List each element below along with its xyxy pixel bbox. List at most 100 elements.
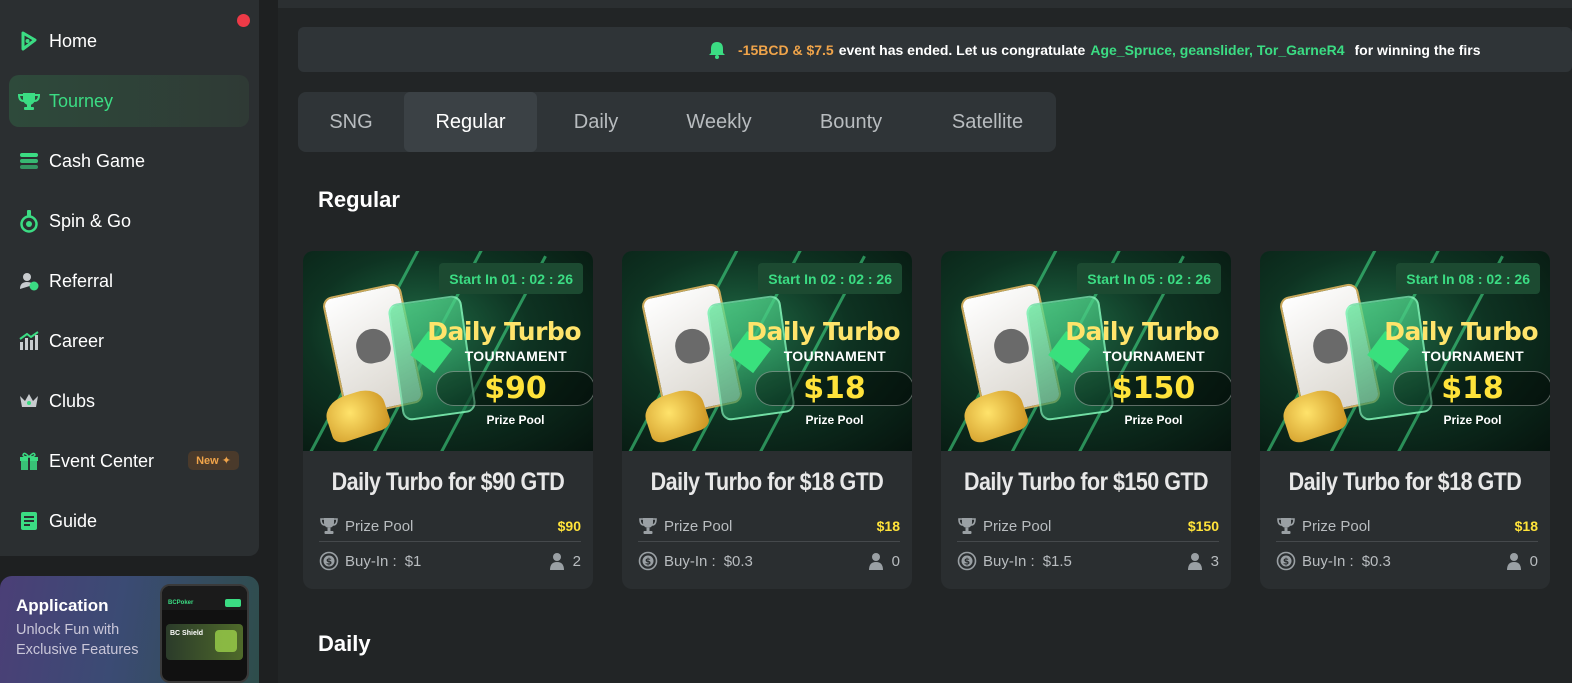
phone-preview-image: BCPoker BC Shield: [160, 584, 249, 683]
tournament-tabs: SNG Regular Daily Weekly Bounty Satellit…: [298, 92, 1056, 152]
tournament-name: Daily Turbo for $90 GTD: [331, 468, 565, 496]
buy-in-value: $0.3: [1361, 552, 1391, 570]
coin-icon: $: [1276, 551, 1296, 571]
banner-prize-pool-label: Prize Pool: [1124, 413, 1183, 427]
tab-daily[interactable]: Daily: [537, 92, 655, 152]
banner-prize-pool: $90: [436, 371, 593, 406]
tournament-card[interactable]: Start In 08 : 02 : 26 Daily Turbo TOURNA…: [1260, 251, 1550, 589]
player-count: 2: [572, 552, 581, 570]
player-count: 3: [1210, 552, 1219, 570]
section-title-regular: Regular: [318, 187, 400, 212]
divider: [319, 541, 581, 542]
tab-regular[interactable]: Regular: [404, 92, 537, 152]
prize-pool-label: Prize Pool: [345, 517, 414, 535]
tab-satellite[interactable]: Satellite: [919, 92, 1056, 152]
app-promo-title: Application: [16, 596, 109, 615]
trophy-icon: [639, 518, 657, 534]
buy-in-row: $ Buy-In : $1 2: [319, 549, 581, 573]
new-badge: New ✦: [188, 451, 239, 470]
sidebar-item-career[interactable]: Career: [9, 315, 249, 367]
tournament-card[interactable]: Start In 05 : 02 : 26 Daily Turbo TOURNA…: [941, 251, 1231, 589]
home-icon: [18, 30, 40, 52]
tournament-name: Daily Turbo for $18 GTD: [1288, 468, 1522, 496]
section-title-daily: Daily: [318, 631, 371, 656]
sidebar-item-guide[interactable]: Guide: [9, 495, 249, 547]
sidebar-item-tourney[interactable]: Tourney: [9, 75, 249, 127]
trophy-icon: [320, 518, 338, 534]
gift-icon: [18, 450, 40, 472]
player-icon: [1187, 553, 1202, 570]
banner-title: Daily Turbo: [1384, 317, 1538, 346]
banner-prize-pool-label: Prize Pool: [486, 413, 545, 427]
spin-icon: [18, 210, 40, 233]
buy-in-row: $ Buy-In : $0.3 0: [1276, 549, 1538, 573]
tournament-name: Daily Turbo for $18 GTD: [650, 468, 884, 496]
banner-prize-pool: $150: [1074, 371, 1231, 406]
announcement-winners: Age_Spruce, geanslider, Tor_GarneR4: [1090, 41, 1345, 58]
player-icon: [1506, 553, 1521, 570]
tournament-card[interactable]: Start In 01 : 02 : 26 Daily Turbo TOURNA…: [303, 251, 593, 589]
announcement-banner: -15BCD & $7.5 event has ended. Let us co…: [298, 27, 1572, 72]
banner-title: Daily Turbo: [1065, 317, 1219, 346]
guide-icon: [18, 510, 40, 532]
banner-prize-pool: $18: [755, 371, 912, 406]
banner-subtitle: TOURNAMENT: [1102, 348, 1205, 364]
tab-bounty[interactable]: Bounty: [783, 92, 919, 152]
sidebar-item-label: Clubs: [49, 390, 96, 411]
coin-icon: $: [319, 551, 339, 571]
divider: [1276, 541, 1538, 542]
start-countdown: Start In 02 : 02 : 26: [758, 263, 902, 294]
buy-in-label: Buy-In :: [664, 552, 716, 570]
prize-pool-value: $150: [1187, 518, 1219, 534]
card-banner-image: Start In 01 : 02 : 26 Daily Turbo TOURNA…: [303, 251, 593, 451]
career-icon: [18, 330, 40, 352]
svg-text:$: $: [1283, 558, 1289, 568]
sidebar-item-home[interactable]: Home: [9, 15, 249, 67]
sidebar-item-clubs[interactable]: Clubs: [9, 375, 249, 427]
start-countdown: Start In 01 : 02 : 26: [439, 263, 583, 294]
announcement-text: event has ended. Let us congratulate: [838, 41, 1086, 58]
tab-sng[interactable]: SNG: [298, 92, 404, 152]
buy-in-label: Buy-In :: [345, 552, 397, 570]
start-countdown: Start In 08 : 02 : 26: [1396, 263, 1540, 294]
tournament-card[interactable]: Start In 02 : 02 : 26 Daily Turbo TOURNA…: [622, 251, 912, 589]
trophy-icon: [18, 90, 40, 112]
top-bar: [278, 0, 1572, 8]
sidebar: Home Tourney Cash Game Spin & Go Referra…: [0, 0, 259, 556]
divider: [638, 541, 900, 542]
chips-icon: [18, 150, 40, 172]
svg-text:$: $: [964, 558, 970, 568]
buy-in-label: Buy-In :: [1302, 552, 1354, 570]
banner-subtitle: TOURNAMENT: [1421, 348, 1524, 364]
sidebar-item-referral[interactable]: Referral: [9, 255, 249, 307]
banner-subtitle: TOURNAMENT: [464, 348, 567, 364]
banner-title: Daily Turbo: [746, 317, 900, 346]
sidebar-item-label: Event Center: [49, 450, 155, 471]
banner-title: Daily Turbo: [427, 317, 581, 346]
svg-text:$: $: [326, 558, 332, 568]
prize-pool-row: Prize Pool $18: [1276, 514, 1538, 538]
buy-in-row: $ Buy-In : $0.3 0: [638, 549, 900, 573]
coin-icon: $: [957, 551, 977, 571]
sidebar-item-label: Spin & Go: [49, 210, 132, 231]
prize-pool-row: Prize Pool $18: [638, 514, 900, 538]
phone-logo: BCPoker: [168, 600, 194, 606]
prize-pool-value: $90: [557, 518, 581, 534]
coin-icon: $: [638, 551, 658, 571]
app-promo-card[interactable]: Application Unlock Fun with Exclusive Fe…: [0, 576, 259, 683]
buy-in-label: Buy-In :: [983, 552, 1035, 570]
prize-pool-label: Prize Pool: [983, 517, 1052, 535]
announcement-amount: -15BCD & $7.5: [738, 41, 834, 58]
trophy-icon: [958, 518, 976, 534]
player-icon: [549, 553, 564, 570]
tab-weekly[interactable]: Weekly: [655, 92, 783, 152]
sidebar-item-cash-game[interactable]: Cash Game: [9, 135, 249, 187]
app-promo-subtitle: Unlock Fun with Exclusive Features: [16, 622, 139, 658]
trophy-icon: [1277, 518, 1295, 534]
buy-in-value: $1: [404, 552, 422, 570]
sidebar-item-event-center[interactable]: Event Center New ✦: [9, 435, 249, 487]
sidebar-item-spin-go[interactable]: Spin & Go: [9, 195, 249, 247]
prize-pool-label: Prize Pool: [664, 517, 733, 535]
buy-in-value: $0.3: [723, 552, 753, 570]
buy-in-value: $1.5: [1042, 552, 1072, 570]
